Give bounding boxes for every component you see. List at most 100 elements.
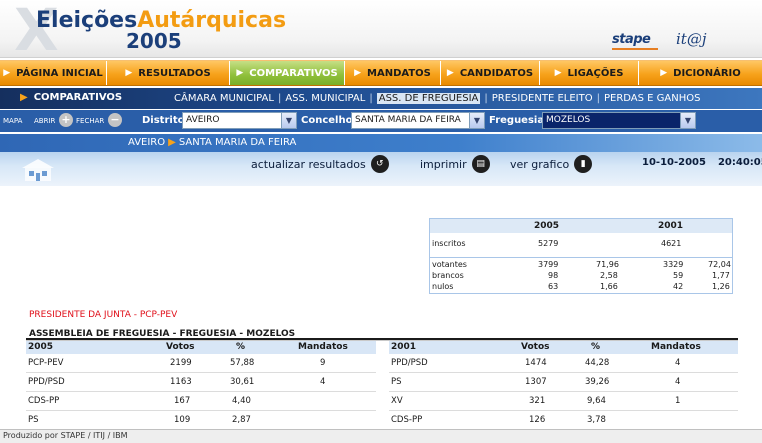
summary-row-n2001: 42 [673, 282, 684, 291]
summary-row: nulos 63 1,66 42 1,26 [430, 282, 732, 293]
col-votos: Votos [521, 342, 550, 352]
minus-icon[interactable]: − [108, 113, 122, 127]
summary-table: 2005 2001 inscritos 5279 4621 votantes 3… [429, 218, 733, 294]
summary-row-p2005: 1,66 [600, 282, 618, 291]
itij-logo[interactable]: it@j [676, 30, 706, 48]
summary-year-2005: 2005 [534, 221, 560, 231]
party: PPD/PSD [391, 358, 428, 368]
col-mandatos: Mandatos [651, 342, 701, 352]
arrow-right-icon: ▶ [125, 68, 133, 78]
col-mandatos: Mandatos [298, 342, 348, 352]
party: PPD/PSD [28, 377, 65, 387]
sub-nav: ▶ COMPARATIVOS CÂMARA MUNICIPAL | ASS. MUNI… [0, 88, 762, 109]
abrir-label: ABRIR [34, 117, 56, 125]
table-row: XV 321 9,64 1 [389, 392, 738, 411]
pct: 44,28 [585, 358, 610, 368]
sub-link-perdas-ganhos[interactable]: PERDAS E GANHOS [604, 93, 701, 104]
results-year: 2005 [28, 342, 54, 352]
nav-item-dicionario[interactable]: ▶ DICIONÁRIO [639, 61, 762, 85]
inscritos-label: inscritos [432, 239, 466, 248]
arrow-right-icon: ▶ [354, 68, 362, 78]
status-bar: Produzido por STAPE / ITIJ / IBM [0, 429, 762, 443]
summary-row-n2005: 3799 [538, 260, 559, 269]
concelho-select[interactable]: SANTA MARIA DA FEIRA ▼ [351, 112, 485, 129]
arrow-right-icon: ▶ [20, 92, 28, 103]
votos: 126 [529, 415, 546, 425]
col-pct: % [236, 342, 246, 352]
party: PCP-PEV [28, 358, 64, 368]
results-2001-header: 2001 Votos % Mandatos [389, 341, 738, 354]
table-row: PS 1307 39,26 4 [389, 373, 738, 392]
footer-text: Produzido por STAPE / ITIJ / IBM [3, 431, 128, 440]
mandatos: 1 [675, 396, 681, 406]
nav-item-label: MANDATOS [367, 67, 431, 79]
breadcrumb-concelho[interactable]: SANTA MARIA DA FEIRA [179, 137, 297, 148]
arrow-right-icon: ▶ [168, 137, 176, 148]
actualizar-button[interactable]: actualizar resultados ↺ [251, 155, 389, 173]
col-votos: Votos [166, 342, 195, 352]
pct: 57,88 [230, 358, 255, 368]
summary-row-p2005: 71,96 [596, 260, 619, 269]
votos: 109 [174, 415, 191, 425]
party: CDS-PP [391, 415, 423, 425]
date: 10-10-2005 [642, 157, 706, 168]
summary-row: brancos 98 2,58 59 1,77 [430, 271, 732, 282]
logo-title-part1: Eleições [36, 8, 138, 33]
nav-item-comparativos[interactable]: ▶ COMPARATIVOS [230, 61, 345, 85]
summary-row-n2001: 59 [673, 271, 684, 280]
imprimir-label: imprimir [420, 157, 467, 171]
summary-row-n2005: 98 [548, 271, 559, 280]
freguesia-select[interactable]: MOZELOS ▼ [542, 112, 696, 129]
party: XV [391, 396, 403, 406]
fechar-label: FECHAR [76, 117, 105, 125]
summary-row-p2001: 1,26 [712, 282, 730, 291]
nav-item-pagina-inicial[interactable]: ▶ PÁGINA INICIAL [0, 61, 107, 85]
arrow-right-icon: ▶ [446, 68, 454, 78]
distrito-select[interactable]: AVEIRO ▼ [182, 112, 297, 129]
sub-nav-title-text: COMPARATIVOS [33, 92, 123, 103]
stape-logo[interactable]: stape [612, 32, 651, 47]
breadcrumb-distrito[interactable]: AVEIRO [128, 137, 165, 148]
sub-nav-links: CÂMARA MUNICIPAL | ASS. MUNICIPAL | ASS. DE … [174, 93, 700, 104]
votos: 1307 [525, 377, 547, 387]
main-nav: ▶ PÁGINA INICIAL ▶ RESULTADOS ▶ COMPARATIVO… [0, 60, 762, 86]
nav-item-label: PÁGINA INICIAL [16, 67, 103, 79]
summary-year-2001: 2001 [658, 221, 684, 231]
summary-row-label: votantes [432, 260, 467, 269]
nav-item-mandatos[interactable]: ▶ MANDATOS [345, 61, 441, 85]
chevron-down-icon[interactable]: ▼ [281, 113, 296, 128]
datetime: 10-10-2005 20:40:05 [642, 157, 762, 168]
votos: 1474 [525, 358, 547, 368]
distrito-label: Distrito [142, 115, 185, 126]
nav-item-label: COMPARATIVOS [249, 67, 338, 79]
nav-item-ligacoes[interactable]: ▶ LIGAÇÕES [540, 61, 639, 85]
chevron-down-icon[interactable]: ▼ [680, 113, 695, 128]
nav-item-resultados[interactable]: ▶ RESULTADOS [107, 61, 230, 85]
votos: 167 [174, 396, 191, 406]
sub-link-ass-municipal[interactable]: ASS. MUNICIPAL [285, 93, 365, 104]
mandatos: 4 [675, 377, 681, 387]
chevron-down-icon[interactable]: ▼ [469, 113, 484, 128]
imprimir-button[interactable]: imprimir ▤ [420, 155, 490, 173]
freguesia-label: Freguesia [489, 115, 545, 126]
party: PS [28, 415, 39, 425]
sub-link-camara-municipal[interactable]: CÂMARA MUNICIPAL [174, 93, 274, 104]
table-row: CDS-PP 126 3,78 [389, 411, 738, 430]
plus-icon[interactable]: + [59, 113, 73, 127]
mandatos: 9 [320, 358, 326, 368]
stape-logo-underline [612, 48, 658, 50]
sub-link-presidente-eleito[interactable]: PRESIDENTE ELEITO [492, 93, 593, 104]
table-row: CDS-PP 167 4,40 [26, 392, 376, 411]
ver-grafico-button[interactable]: ver grafico ▮ [510, 155, 593, 173]
nav-item-label: LIGAÇÕES [567, 67, 624, 79]
votos: 2199 [170, 358, 192, 368]
sub-link-ass-freguesia[interactable]: ASS. DE FREGUESIA [376, 93, 481, 104]
breadcrumb: AVEIRO ▶ SANTA MARIA DA FEIRA [128, 137, 296, 148]
summary-row-label: brancos [432, 271, 464, 280]
toolbar: actualizar resultados ↺ imprimir ▤ ver g… [0, 152, 762, 186]
pct: 2,87 [232, 415, 251, 425]
nav-item-candidatos[interactable]: ▶ CANDIDATOS [441, 61, 540, 85]
actualizar-label: actualizar resultados [251, 157, 366, 171]
inscritos-2005: 5279 [538, 239, 559, 248]
party: CDS-PP [28, 396, 60, 406]
